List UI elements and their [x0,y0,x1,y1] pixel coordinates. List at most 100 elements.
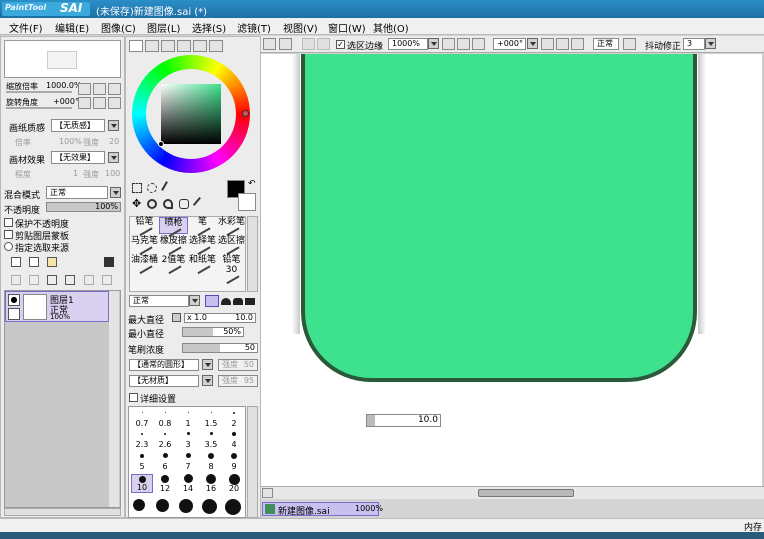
tool-scrollbar[interactable] [247,216,258,292]
move-icon[interactable]: ✥ [132,198,142,209]
rotate-ccw-button[interactable] [541,38,554,50]
tool-washi-pen[interactable]: 和纸笔 [188,255,217,275]
delete-layer-icon[interactable] [65,275,75,285]
color-wheel-tab-icon[interactable] [129,40,143,52]
rotate-icon[interactable] [163,199,173,209]
selection-source-radio[interactable] [4,242,13,251]
eyedropper-icon[interactable] [192,196,208,212]
swap-colors-icon[interactable]: ↶ [248,179,256,189]
brush-shape-dropdown-icon[interactable] [202,359,213,370]
tool-eraser[interactable]: 橡皮擦 [159,236,188,256]
brush-dot-extra[interactable] [225,499,241,515]
menu-file[interactable]: 文件(F) [9,20,43,35]
invert-selection-icon[interactable] [317,38,330,50]
blend-mode-select[interactable]: 正常 [46,186,108,199]
canvas-area[interactable]: 10.0 [261,54,764,486]
min-size-slider[interactable]: 50% [182,327,244,337]
menu-select[interactable]: 选择(S) [192,20,226,35]
brush-effect-dropdown-icon[interactable] [108,152,119,163]
zoom-fit-button[interactable] [472,38,485,50]
hand-icon[interactable] [179,199,189,209]
brush-size-preset[interactable]: 20 [223,474,245,493]
tool-marker[interactable]: 马克笔 [130,236,159,256]
detail-settings-checkbox[interactable] [129,393,138,402]
tool-watercolor[interactable]: 水彩笔 [217,217,246,237]
deselect-icon[interactable] [302,38,315,50]
h-scroll-thumb[interactable] [478,489,574,497]
menu-layer[interactable]: 图层(L) [147,20,180,35]
zoom-plus-button[interactable] [457,38,470,50]
rotate-reset-canvas-button[interactable] [571,38,584,50]
brush-shape-round-icon[interactable] [221,298,231,305]
canvas-zoom-select[interactable]: 1000% [388,38,428,50]
brush-size-preset[interactable]: 3 [177,430,199,449]
brush-size-scrollbar[interactable] [247,406,258,518]
hsv-slider-tab-icon[interactable] [161,40,175,52]
tool-brush[interactable]: 笔 [188,217,217,237]
brush-size-preset[interactable]: 12 [154,474,176,493]
opacity-slider[interactable]: 100% [46,202,121,212]
merge-down-icon[interactable] [29,275,39,285]
brush-shape-soft-icon[interactable] [233,298,243,305]
menu-edit[interactable]: 编辑(E) [55,20,89,35]
redo-icon[interactable] [279,38,292,50]
brush-size-preset-selected[interactable]: 10 [131,474,153,493]
stabilizer-dropdown-icon[interactable] [705,38,716,49]
brush-size-preset[interactable]: 8 [200,452,222,471]
max-size-scale-icon[interactable] [172,313,181,322]
rect-select-icon[interactable] [132,183,142,193]
brush-size-preset[interactable]: 6 [154,452,176,471]
canvas-zoom-dropdown-icon[interactable] [428,38,439,49]
brush-effect-select[interactable]: 【无效果】 [51,151,105,164]
zoom-reset-button[interactable] [108,83,121,95]
new-folder-icon[interactable] [47,257,57,267]
doc-tab[interactable]: 新建图像.sai 1000% [262,502,383,517]
rotate-left-button[interactable] [78,97,91,109]
menu-view[interactable]: 视图(V) [283,20,318,35]
paper-texture-dropdown-icon[interactable] [108,120,119,131]
lasso-icon[interactable] [147,183,157,193]
brush-mode-dropdown-icon[interactable] [189,295,200,306]
sv-cursor[interactable] [158,141,164,147]
swatches-tab-icon[interactable] [193,40,207,52]
canvas-h-scrollbar[interactable] [261,486,764,499]
brush-dot-extra[interactable] [133,499,145,511]
rotate-cw-button[interactable] [556,38,569,50]
texture-strength-field[interactable]: 强度 95 [218,375,258,387]
rgb-slider-tab-icon[interactable] [145,40,159,52]
tool-pencil[interactable]: 铅笔 [130,217,159,237]
brush-size-preset[interactable]: 2.6 [154,430,176,449]
zoom-in-button[interactable] [93,83,106,95]
paper-texture-select[interactable]: 【无质感】 [51,119,105,132]
zoom-icon[interactable] [147,199,157,209]
blend-mode-dropdown-icon[interactable] [110,187,121,198]
new-linework-layer-icon[interactable] [29,257,39,267]
brush-dot-extra[interactable] [179,499,193,513]
rotate-slider[interactable] [6,107,72,109]
scratchpad-tab-icon[interactable] [209,40,223,52]
tool-select-pen[interactable]: 选择笔 [188,236,217,256]
menu-window[interactable]: 窗口(W) [328,20,366,35]
tool-binary-pen[interactable]: 2值笔 [159,255,188,275]
brush-size-preset[interactable]: 2 [223,409,245,428]
brush-dot-extra[interactable] [202,499,217,514]
brush-shape-sharp-icon[interactable] [205,295,219,307]
rotate-right-button[interactable] [93,97,106,109]
brush-size-preset[interactable]: 1 [177,409,199,428]
brush-dot-extra[interactable] [156,499,169,512]
brush-size-preset[interactable]: 9 [223,452,245,471]
zoom-slider[interactable] [6,91,72,93]
tool-pencil30[interactable]: 铅笔30 [217,255,246,285]
layer-property-icon[interactable] [102,275,112,285]
brush-texture-dropdown-icon[interactable] [202,375,213,386]
brush-texture-select[interactable]: 【无材质】 [129,375,199,387]
brush-size-preset[interactable]: 7 [177,452,199,471]
secondary-color-swatch[interactable] [238,193,256,211]
canvas-mode-button[interactable]: 正常 [593,38,619,50]
undo-icon[interactable] [263,38,276,50]
canvas-rotate-dropdown-icon[interactable] [527,38,538,49]
brush-shape-flat-icon[interactable] [245,298,255,305]
brush-size-preset[interactable]: 3.5 [200,430,222,449]
canvas-rotate-select[interactable]: +000° [493,38,526,50]
color-mixer-tab-icon[interactable] [177,40,191,52]
